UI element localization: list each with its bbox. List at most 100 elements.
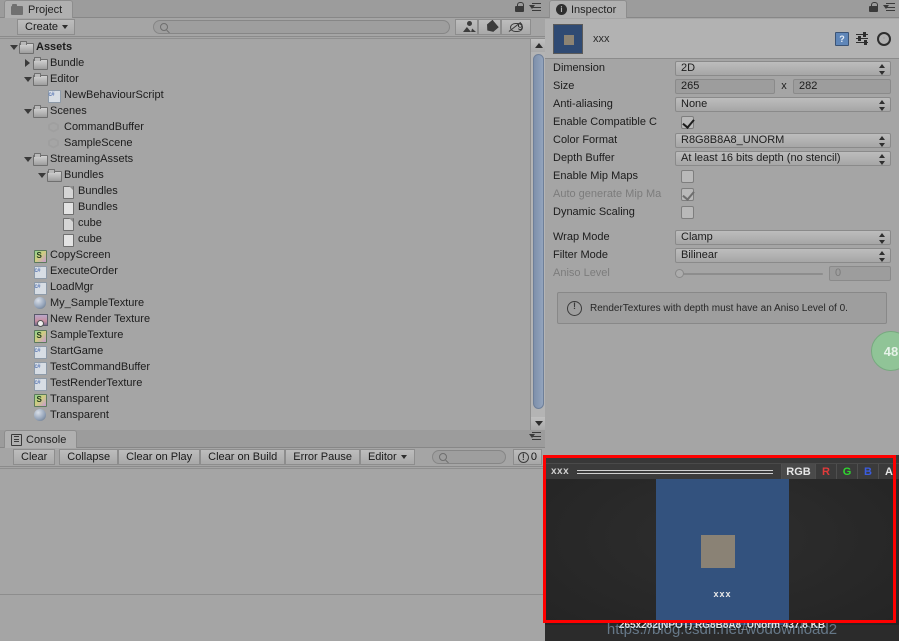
folder-icon xyxy=(47,169,61,182)
project-tree-item-label: Assets xyxy=(36,41,72,53)
project-tree-item[interactable]: SampleTexture xyxy=(0,327,545,343)
project-tree-item[interactable]: Bundles xyxy=(0,199,545,215)
channel-a-button[interactable]: A xyxy=(878,464,899,480)
tab-inspector[interactable]: Inspector xyxy=(549,0,627,18)
field-control: 0 xyxy=(675,266,891,281)
console-log-list[interactable] xyxy=(0,468,545,641)
preview-canvas[interactable]: xxx xyxy=(545,479,899,625)
project-vertical-scrollbar[interactable] xyxy=(530,39,545,430)
panel-menu-icon[interactable] xyxy=(883,3,895,12)
project-tree-item[interactable]: My_SampleTexture xyxy=(0,295,545,311)
lock-icon[interactable] xyxy=(869,2,878,12)
warning-icon xyxy=(518,452,529,463)
project-tree-item[interactable]: TestRenderTexture xyxy=(0,375,545,391)
preview-zoom-slider[interactable] xyxy=(577,468,773,475)
warning-count-badge[interactable]: 0 xyxy=(513,449,542,465)
project-tree-item[interactable]: cube xyxy=(0,231,545,247)
tab-project[interactable]: Project xyxy=(4,0,73,18)
channel-g-button[interactable]: G xyxy=(836,464,857,480)
panel-menu-icon[interactable] xyxy=(529,432,541,441)
error-pause-button[interactable]: Error Pause xyxy=(285,449,360,465)
project-tree-item[interactable]: Scenes xyxy=(0,103,545,119)
checkbox[interactable] xyxy=(681,116,694,129)
project-tree-item[interactable]: cube xyxy=(0,215,545,231)
dropdown-select[interactable]: None xyxy=(675,97,891,112)
slider-knob[interactable] xyxy=(675,269,684,278)
eye-off-icon xyxy=(509,21,516,33)
console-tabstrip-right xyxy=(529,432,541,441)
chevron-down-icon[interactable] xyxy=(22,71,33,87)
console-splitter[interactable] xyxy=(0,594,545,595)
clear-on-play-button[interactable]: Clear on Play xyxy=(118,449,200,465)
project-tree-item[interactable]: Bundles xyxy=(0,167,545,183)
project-search-input[interactable] xyxy=(153,20,450,34)
project-tree-item[interactable]: NewBehaviourScript xyxy=(0,87,545,103)
hidden-packages-button[interactable]: 9 xyxy=(501,19,531,35)
project-tree-item[interactable]: Editor xyxy=(0,71,545,87)
dropdown-select[interactable]: 2D xyxy=(675,61,891,76)
aniso-value-input[interactable]: 0 xyxy=(829,266,891,281)
field-control xyxy=(681,170,891,183)
project-tree-item[interactable]: Bundle xyxy=(0,55,545,71)
preset-icon[interactable] xyxy=(856,32,870,46)
panel-menu-icon[interactable] xyxy=(529,3,541,12)
chevron-right-icon[interactable] xyxy=(22,55,33,71)
project-tree-item[interactable]: CopyScreen xyxy=(0,247,545,263)
project-tree-item[interactable]: ExecuteOrder xyxy=(0,263,545,279)
warning-icon xyxy=(567,301,582,316)
editor-dropdown-button[interactable]: Editor xyxy=(360,449,415,465)
project-tree-item[interactable]: StartGame xyxy=(0,343,545,359)
create-button[interactable]: Create xyxy=(17,19,75,35)
project-tree-item[interactable]: Bundles xyxy=(0,183,545,199)
scroll-thumb[interactable] xyxy=(533,54,544,409)
project-tree-item[interactable]: CommandBuffer xyxy=(0,119,545,135)
scroll-down-arrow-icon[interactable] xyxy=(531,417,545,430)
project-tree-item[interactable]: Transparent xyxy=(0,407,545,423)
project-tree-item[interactable]: New Render Texture xyxy=(0,311,545,327)
dropdown-select[interactable]: Clamp xyxy=(675,230,891,245)
channel-rgb-button[interactable]: RGB xyxy=(781,464,815,480)
scroll-up-arrow-icon[interactable] xyxy=(531,39,545,52)
lock-icon[interactable] xyxy=(515,2,524,12)
collapse-button[interactable]: Collapse xyxy=(59,449,118,465)
help-book-icon[interactable] xyxy=(835,32,849,46)
size-width-input[interactable]: 265 xyxy=(675,79,775,94)
project-tree-item[interactable]: LoadMgr xyxy=(0,279,545,295)
console-search-input[interactable] xyxy=(432,450,506,464)
project-tree-item[interactable]: TestCommandBuffer xyxy=(0,359,545,375)
dropdown-select[interactable]: At least 16 bits depth (no stencil) xyxy=(675,151,891,166)
chevron-down-icon[interactable] xyxy=(22,151,33,167)
checkbox[interactable] xyxy=(681,206,694,219)
checkbox[interactable] xyxy=(681,170,694,183)
project-tree-item[interactable]: StreamingAssets xyxy=(0,151,545,167)
folder-icon xyxy=(33,57,47,70)
project-tree-item-label: StreamingAssets xyxy=(50,153,133,165)
dropdown-select[interactable]: Bilinear xyxy=(675,248,891,263)
channel-r-button[interactable]: R xyxy=(815,464,836,480)
chevron-down-icon[interactable] xyxy=(22,103,33,119)
aniso-slider[interactable] xyxy=(675,266,823,281)
favorites-filter-button[interactable] xyxy=(455,19,478,35)
field-control: At least 16 bits depth (no stencil) xyxy=(675,151,891,166)
inspector-field-row: Dimension2D xyxy=(553,59,891,77)
label-filter-button[interactable] xyxy=(478,19,501,35)
size-height-input[interactable]: 282 xyxy=(793,79,891,94)
checkbox[interactable] xyxy=(681,188,694,201)
csharp-script-icon xyxy=(33,281,47,294)
create-button-label: Create xyxy=(25,21,58,33)
field-control: 2D xyxy=(675,61,891,76)
clear-on-build-button[interactable]: Clear on Build xyxy=(200,449,285,465)
chevron-down-icon[interactable] xyxy=(36,167,47,183)
dropdown-select[interactable]: R8G8B8A8_UNORM xyxy=(675,133,891,148)
project-tree[interactable]: Assets BundleEditorNewBehaviourScriptScen… xyxy=(0,38,545,430)
channel-b-button[interactable]: B xyxy=(857,464,878,480)
project-tree-item[interactable]: Assets xyxy=(0,39,545,55)
tab-console[interactable]: Console xyxy=(4,430,77,448)
project-tree-item[interactable]: Transparent xyxy=(0,391,545,407)
project-tree-item[interactable]: SampleScene xyxy=(0,135,545,151)
chevron-down-icon[interactable] xyxy=(8,39,19,55)
csharp-script-icon xyxy=(33,361,47,374)
clear-button[interactable]: Clear xyxy=(13,449,55,465)
inspector-field-row: Anti-aliasingNone xyxy=(553,95,891,113)
gear-icon[interactable] xyxy=(877,32,891,46)
